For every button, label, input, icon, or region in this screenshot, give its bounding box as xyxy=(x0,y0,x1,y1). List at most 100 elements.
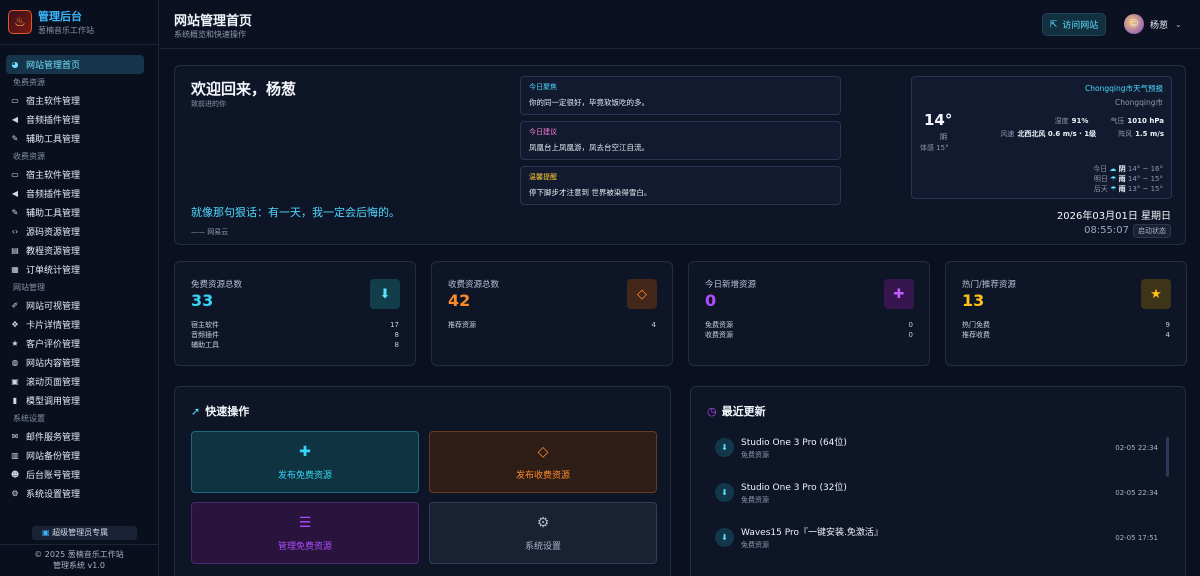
time-text: 08:55:07 xyxy=(1084,225,1129,236)
update-time: 02-05 17:51 xyxy=(1115,533,1158,542)
quick-action-button[interactable]: ☰ 管理免费资源 xyxy=(191,502,419,564)
sidebar-item[interactable]: ▥ 网站备份管理 xyxy=(6,446,144,465)
sidebar-item[interactable]: ▭ 宿主软件管理 xyxy=(6,165,144,184)
quick-action-button[interactable]: ⚙ 系统设置 xyxy=(429,502,657,564)
stat-detail-row: 收费资源 0 xyxy=(705,330,913,340)
sidebar-item[interactable]: ▣ 滚动页面管理 xyxy=(6,372,144,391)
forecast-day: 明日 xyxy=(1093,175,1108,183)
sidebar-item[interactable]: ✉ 邮件服务管理 xyxy=(6,427,144,446)
users-icon: ☻ xyxy=(10,470,20,479)
star-icon: ★ xyxy=(11,339,19,348)
quick-action-button[interactable]: ✚ 发布免费资源 xyxy=(191,431,419,493)
stat-value: 0 xyxy=(705,291,717,310)
update-item[interactable]: ⬇ Waves15 Pro『一键安装.免激活』 免费资源 02-05 17:51 xyxy=(707,515,1167,560)
stat-card: 收费资源总数 42 ◇ 推荐资源 4 xyxy=(431,261,673,366)
tip-body: 停下脚步才注意到 世界被染得雪白。 xyxy=(529,188,652,197)
user-menu[interactable]: ☺ 杨葱 ⌄ xyxy=(1124,14,1182,34)
sidebar-item[interactable]: ◍ 网站内容管理 xyxy=(6,353,144,372)
gear-icon: ⚙ xyxy=(536,514,550,531)
quick-action-button[interactable]: ◇ 发布收费资源 xyxy=(429,431,657,493)
weather-forecast: 今日 ☁ 阴 14° ~ 16° 明日 ☂ 雨 14° ~ 15° 后天 ☂ 雨 1… xyxy=(1093,164,1163,194)
sidebar-item[interactable]: ▮ 模型调用管理 xyxy=(6,391,144,410)
tip-title: 今日建议 xyxy=(529,128,557,136)
dashboard-icon: ◕ xyxy=(11,60,19,69)
recent-updates-panel: ◷ 最近更新 ⬇ Studio One 3 Pro (64位) 免费资源 02-05 2… xyxy=(690,386,1186,576)
chevron-down-icon: ⌄ xyxy=(1175,19,1182,29)
stat-detail-value: 17 xyxy=(390,321,399,329)
update-text: Studio One 3 Pro (32位) 免费资源 xyxy=(741,480,1115,505)
sidebar-item[interactable]: ◀ 音频插件管理 xyxy=(6,184,144,203)
weather-feels: 体感 15° xyxy=(920,144,949,152)
sidebar-section-label: 收费资源 xyxy=(13,152,45,161)
shield-icon: ▣ xyxy=(42,528,50,537)
scrollbar[interactable] xyxy=(1166,437,1169,477)
umbrella-icon: ☂ xyxy=(1107,185,1119,193)
topbar: 网站管理首页 系统概览和快速操作 ⇱ 访问网站 ☺ 杨葱 ⌄ xyxy=(160,0,1200,49)
sidebar-item[interactable]: ✥ 卡片详情管理 xyxy=(6,315,144,334)
sidebar-item[interactable]: ☻ 后台账号管理 xyxy=(6,465,144,484)
stat-details: 免费资源 0 收费资源 0 xyxy=(705,320,913,340)
forecast-row: 明日 ☂ 雨 14° ~ 15° xyxy=(1093,174,1163,184)
visit-site-button[interactable]: ⇱ 访问网站 xyxy=(1042,13,1106,36)
brand[interactable]: ♨ 管理后台 葱楠音乐工作站 xyxy=(0,0,158,45)
quick-action-label: 发布收费资源 xyxy=(515,470,570,481)
stat-detail-row: 辅助工具 8 xyxy=(191,340,399,350)
stat-detail-row: 推荐资源 4 xyxy=(448,320,656,330)
sidebar-item[interactable]: ✐ 网站可视管理 xyxy=(6,296,144,315)
star-icon: ★ xyxy=(1141,279,1171,309)
plus-icon: ✚ xyxy=(299,443,311,460)
stat-detail-key: 推荐收费 xyxy=(962,331,990,339)
quote-text: 就像那句狠话：有一天，我一定会后悔的。 xyxy=(191,206,400,219)
pressure-value: 1010 hPa xyxy=(1127,117,1164,125)
sidebar-item[interactable]: ✎ 辅助工具管理 xyxy=(6,203,144,222)
stat-detail-value: 0 xyxy=(908,321,913,329)
page-title: 网站管理首页 xyxy=(174,14,253,29)
stat-detail-key: 免费资源 xyxy=(705,321,733,329)
update-name: Waves15 Pro『一键安装.免激活』 xyxy=(741,528,883,538)
stat-detail-value: 8 xyxy=(394,341,399,349)
sidebar-item-label: 网站可视管理 xyxy=(26,302,81,312)
sidebar-item-label: 教程资源管理 xyxy=(26,247,81,257)
cloud-icon: ☁ xyxy=(1107,165,1119,173)
admin-badge-label: 超级管理员专属 xyxy=(52,528,109,537)
sidebar-item[interactable]: ⚙ 系统设置管理 xyxy=(6,484,144,503)
recent-updates-label: 最近更新 xyxy=(721,405,766,418)
umbrella-icon: ☂ xyxy=(1107,175,1119,183)
stat-detail-row: 推荐收费 4 xyxy=(962,330,1170,340)
stat-details: 宿主软件 17 音频插件 8 辅助工具 8 xyxy=(191,320,399,350)
stat-detail-row: 热门免费 9 xyxy=(962,320,1170,330)
user-name: 杨葱 xyxy=(1150,20,1169,31)
stat-details: 热门免费 9 推荐收费 4 xyxy=(962,320,1170,340)
status-badge[interactable]: 启动状态 xyxy=(1133,224,1171,238)
wind-label: 风速 xyxy=(1000,130,1015,138)
update-item[interactable]: ⬇ Studio One 3 Pro (64位) 免费资源 02-05 22:34 xyxy=(707,425,1167,470)
tip-card: 今日聚焦 你的同一定很好，毕竟软饭吃的多。 xyxy=(520,76,841,115)
download-icon: ⬇ xyxy=(715,438,734,457)
tip-body: 凤凰台上凤凰游，凤去台空江自流。 xyxy=(529,143,649,152)
sidebar-item[interactable]: ★ 客户评价管理 xyxy=(6,334,144,353)
sidebar-item-home[interactable]: ◕ 网站管理首页 xyxy=(6,55,144,74)
page-subtitle: 系统概览和快速操作 xyxy=(174,30,246,39)
recent-updates-title: ◷ 最近更新 xyxy=(707,403,766,419)
sidebar-item-label: 宿主软件管理 xyxy=(26,171,81,181)
download-icon: ⬇ xyxy=(715,528,734,547)
sidebar-item[interactable]: ▤ 教程资源管理 xyxy=(6,241,144,260)
download-icon: ⬇ xyxy=(370,279,400,309)
cart-icon: ▦ xyxy=(11,265,19,274)
quick-actions-label: 快速操作 xyxy=(205,405,250,418)
sidebar-item[interactable]: ‹› 源码资源管理 xyxy=(6,222,144,241)
sidebar-item[interactable]: ▦ 订单统计管理 xyxy=(6,260,144,279)
sidebar-item[interactable]: ▭ 宿主软件管理 xyxy=(6,91,144,110)
rocket-icon: ➚ xyxy=(191,405,201,418)
update-item[interactable]: ⬇ Studio One 3 Pro (32位) 免费资源 02-05 22:34 xyxy=(707,470,1167,515)
visit-site-label: 访问网站 xyxy=(1062,21,1099,31)
image-icon: ▣ xyxy=(11,377,19,386)
weather-temp: 14° xyxy=(924,111,953,129)
sidebar-section-label: 免费资源 xyxy=(13,78,45,87)
sidebar-item[interactable]: ✎ 辅助工具管理 xyxy=(6,129,144,148)
stat-detail-key: 热门免费 xyxy=(962,321,990,329)
update-name: Studio One 3 Pro (32位) xyxy=(741,483,847,493)
diamond-icon: ◇ xyxy=(627,279,657,309)
sidebar-item[interactable]: ◀ 音频插件管理 xyxy=(6,110,144,129)
avatar: ☺ xyxy=(1124,14,1144,34)
